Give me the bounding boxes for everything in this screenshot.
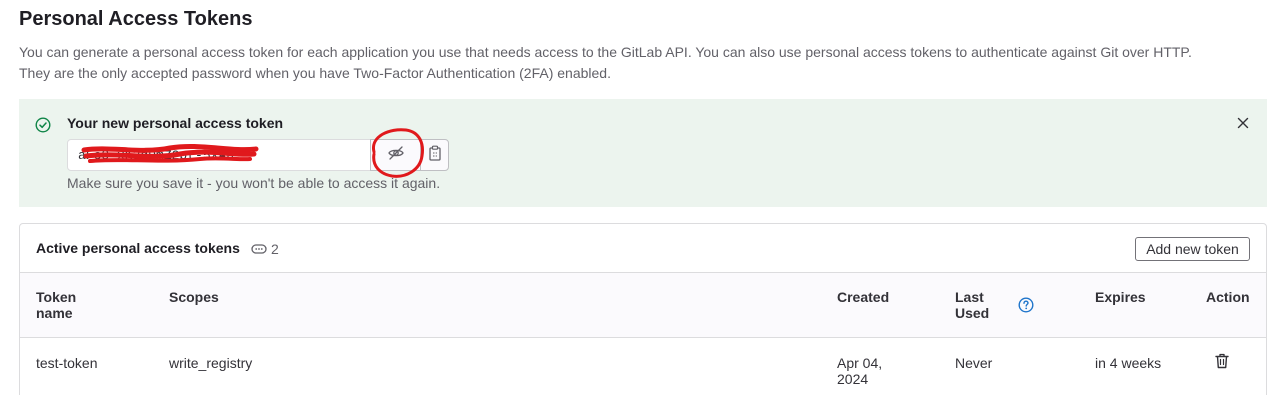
reveal-token-button[interactable] (370, 139, 421, 171)
column-token-name-line-1: Token (36, 289, 77, 305)
column-last-used-line-1: Last (955, 289, 984, 305)
add-new-token-button[interactable]: Add new token (1135, 237, 1250, 261)
row-expires: in 4 weeks (1095, 355, 1162, 371)
check-circle-icon (35, 117, 51, 133)
copy-token-button[interactable] (420, 139, 449, 171)
eye-slash-icon (387, 144, 405, 167)
table-header: Token name Scopes Created Last Used Expi… (20, 273, 1266, 338)
trash-icon[interactable] (1213, 352, 1231, 370)
column-scopes: Scopes (169, 289, 219, 305)
column-token-name-line-2: name (36, 305, 73, 321)
token-count: 2 (271, 241, 279, 257)
page-description: You can generate a personal access token… (19, 42, 1269, 84)
card-title: Active personal access tokens (36, 240, 240, 256)
row-token-name: test-token (36, 355, 98, 371)
token-count-icon (251, 241, 267, 257)
column-last-used: Last Used (955, 289, 989, 321)
close-icon[interactable] (1235, 115, 1251, 131)
description-line-2: They are the only accepted password when… (19, 65, 611, 81)
column-action: Action (1206, 289, 1250, 305)
new-token-alert: Your new personal access token aFc8-xK3q… (19, 99, 1267, 207)
clipboard-icon (428, 145, 442, 166)
column-last-used-line-2: Used (955, 305, 990, 321)
token-field-group (67, 139, 449, 171)
description-line-1: You can generate a personal access token… (19, 44, 1192, 60)
help-icon[interactable] (1018, 297, 1034, 313)
column-created: Created (837, 289, 890, 305)
column-expires: Expires (1095, 289, 1146, 305)
alert-note: Make sure you save it - you won't be abl… (67, 175, 441, 191)
token-value-field[interactable] (67, 139, 371, 171)
row-created-line-2: 2024 (837, 371, 869, 387)
row-created: Apr 04, 2024 (837, 355, 882, 387)
row-created-line-1: Apr 04, (837, 355, 883, 371)
row-scopes: write_registry (169, 355, 253, 371)
card-header: Active personal access tokens 2 Add new … (20, 224, 1266, 273)
row-last-used: Never (955, 355, 993, 371)
active-tokens-card: Active personal access tokens 2 Add new … (19, 223, 1267, 395)
column-token-name: Token name (36, 289, 76, 321)
page-title: Personal Access Tokens (19, 8, 253, 30)
alert-title: Your new personal access token (67, 115, 284, 131)
